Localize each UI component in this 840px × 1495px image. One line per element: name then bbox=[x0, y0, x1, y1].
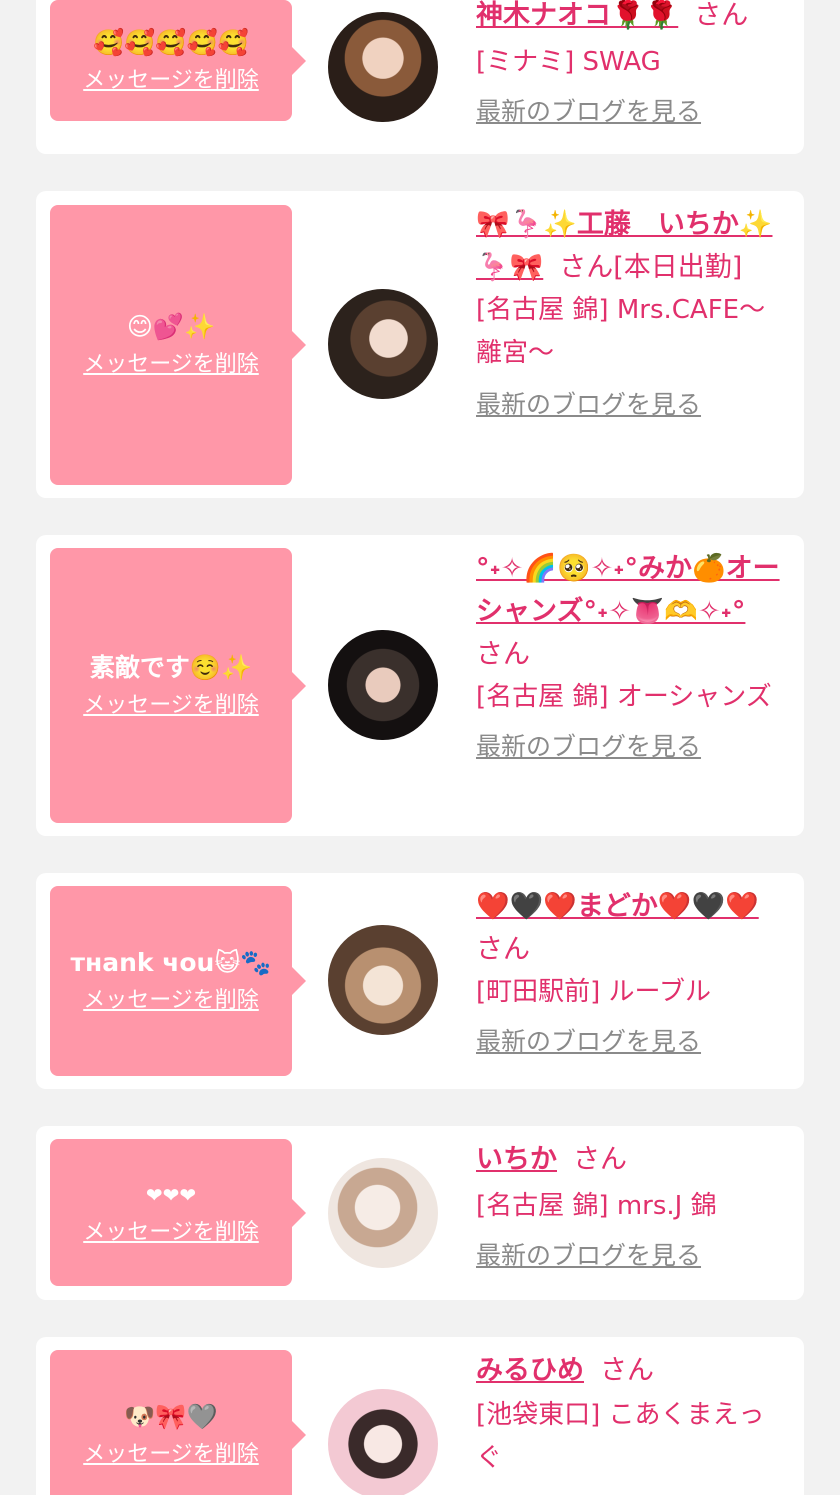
delete-message-link[interactable]: メッセージを削除 bbox=[83, 350, 259, 380]
cast-name-link[interactable]: °˖✧🌈🥺✧˖°みか🍊オーシャンズ°˖✧👅🫶✧˖° bbox=[476, 553, 780, 627]
shop-label: [名古屋 錦] オーシャンズ bbox=[476, 682, 772, 712]
honorific: さん bbox=[559, 252, 614, 283]
cast-name-link[interactable]: 神木ナオコ🌹🌹 bbox=[476, 0, 678, 31]
message-card: 🥰🥰🥰🥰🥰 メッセージを削除 神木ナオコ🌹🌹 さん [ミナミ] SWAG 最新の… bbox=[36, 0, 804, 154]
cast-info: いちか さん [名古屋 錦] mrs.J 錦 最新のブログを見る bbox=[476, 1138, 788, 1274]
attendance-status: [本日出勤] bbox=[613, 252, 743, 283]
message-text: тнank чou😺🐾 bbox=[70, 948, 272, 977]
message-bubble: 素敵です☺️✨ メッセージを削除 bbox=[50, 548, 306, 823]
delete-message-link[interactable]: メッセージを削除 bbox=[83, 66, 259, 96]
honorific: さん bbox=[573, 1144, 628, 1175]
delete-message-link[interactable]: メッセージを削除 bbox=[83, 691, 259, 721]
avatar[interactable] bbox=[328, 12, 438, 122]
honorific: さん bbox=[476, 934, 530, 965]
cast-info: 🎀🦩✨工藤 いちか✨🦩🎀 さん[本日出勤] [名古屋 錦] Mrs.CAFE〜離… bbox=[476, 203, 788, 423]
message-text: 🐶🎀🩶 bbox=[124, 1402, 218, 1431]
cast-info: °˖✧🌈🥺✧˖°みか🍊オーシャンズ°˖✧👅🫶✧˖° さん [名古屋 錦] オーシ… bbox=[476, 547, 788, 765]
avatar[interactable] bbox=[328, 630, 438, 740]
latest-blog-link[interactable]: 最新のブログを見る bbox=[476, 1238, 788, 1274]
avatar[interactable] bbox=[328, 289, 438, 399]
avatar[interactable] bbox=[328, 925, 438, 1035]
shop-label: [ミナミ] SWAG bbox=[476, 47, 661, 77]
message-bubble: 🥰🥰🥰🥰🥰 メッセージを削除 bbox=[50, 0, 306, 121]
shop-label: [池袋東口] こあくまえっぐ bbox=[476, 1400, 765, 1473]
delete-message-link[interactable]: メッセージを削除 bbox=[83, 1440, 259, 1470]
cast-info: ❤️🖤❤️まどか❤️🖤❤️ さん [町田駅前] ルーブル 最新のブログを見る bbox=[476, 885, 788, 1060]
cast-name-link[interactable]: みるひめ bbox=[476, 1355, 584, 1386]
latest-blog-link[interactable]: 最新のブログを見る bbox=[476, 729, 788, 765]
message-text: ❤❤❤ bbox=[145, 1182, 197, 1207]
avatar[interactable] bbox=[328, 1389, 438, 1495]
shop-label: [名古屋 錦] Mrs.CAFE〜離宮〜 bbox=[476, 295, 766, 368]
latest-blog-link[interactable]: 最新のブログを見る bbox=[476, 1024, 788, 1060]
shop-label: [名古屋 錦] mrs.J 錦 bbox=[476, 1191, 717, 1221]
message-text: 素敵です☺️✨ bbox=[89, 652, 253, 682]
message-bubble: 🐶🎀🩶 メッセージを削除 bbox=[50, 1350, 306, 1495]
cast-info: みるひめ さん [池袋東口] こあくまえっぐ bbox=[476, 1349, 788, 1480]
message-card: 素敵です☺️✨ メッセージを削除 °˖✧🌈🥺✧˖°みか🍊オーシャンズ°˖✧👅🫶✧… bbox=[36, 535, 804, 836]
message-bubble: 😊💕✨ メッセージを削除 bbox=[50, 205, 306, 485]
cast-name-link[interactable]: ❤️🖤❤️まどか❤️🖤❤️ bbox=[476, 891, 759, 922]
honorific: さん bbox=[600, 1355, 655, 1386]
latest-blog-link[interactable]: 最新のブログを見る bbox=[476, 387, 788, 423]
delete-message-link[interactable]: メッセージを削除 bbox=[83, 1218, 259, 1248]
message-text: 😊💕✨ bbox=[126, 312, 216, 341]
message-text: 🥰🥰🥰🥰🥰 bbox=[93, 27, 249, 57]
message-bubble: тнank чou😺🐾 メッセージを削除 bbox=[50, 886, 306, 1076]
shop-label: [町田駅前] ルーブル bbox=[476, 977, 711, 1007]
avatar[interactable] bbox=[328, 1158, 438, 1268]
message-card: тнank чou😺🐾 メッセージを削除 ❤️🖤❤️まどか❤️🖤❤️ さん [町… bbox=[36, 873, 804, 1089]
message-card: ❤❤❤ メッセージを削除 いちか さん [名古屋 錦] mrs.J 錦 最新のブ… bbox=[36, 1126, 804, 1300]
honorific: さん bbox=[694, 0, 749, 31]
cast-name-link[interactable]: いちか bbox=[476, 1144, 557, 1175]
cast-info: 神木ナオコ🌹🌹 さん [ミナミ] SWAG 最新のブログを見る bbox=[476, 0, 788, 130]
message-card: 🐶🎀🩶 メッセージを削除 みるひめ さん [池袋東口] こあくまえっぐ bbox=[36, 1337, 804, 1495]
delete-message-link[interactable]: メッセージを削除 bbox=[83, 986, 259, 1016]
message-bubble: ❤❤❤ メッセージを削除 bbox=[50, 1139, 306, 1286]
honorific: さん bbox=[476, 639, 530, 670]
latest-blog-link[interactable]: 最新のブログを見る bbox=[476, 94, 788, 130]
message-card: 😊💕✨ メッセージを削除 🎀🦩✨工藤 いちか✨🦩🎀 さん[本日出勤] [名古屋 … bbox=[36, 191, 804, 498]
